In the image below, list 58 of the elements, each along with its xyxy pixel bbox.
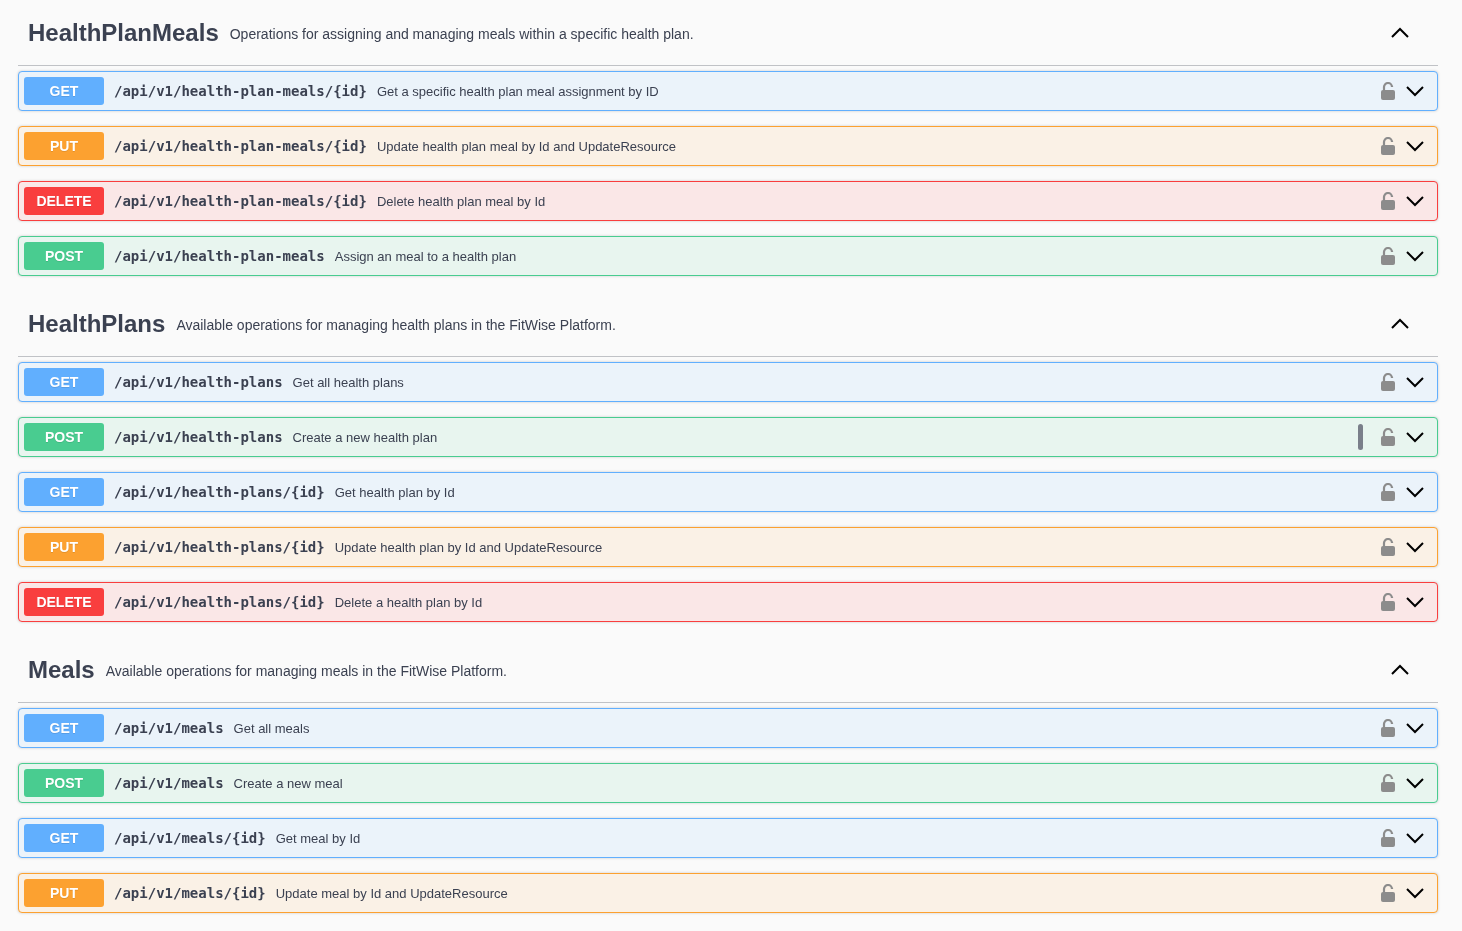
endpoint-path: /api/v1/health-plans/{id} — [114, 484, 325, 500]
operation-row[interactable]: POST /api/v1/meals Create a new meal — [18, 763, 1438, 803]
method-badge: PUT — [24, 879, 104, 907]
endpoint-path: /api/v1/health-plan-meals — [114, 248, 325, 264]
method-badge: DELETE — [24, 187, 104, 215]
section-description: Available operations for managing meals in the FitWise Platform. — [105, 662, 508, 679]
operation-summary: Get a specific health plan meal assignment by ID — [376, 83, 660, 99]
operation-row[interactable]: DELETE /api/v1/health-plans/{id} Delete a health plan by Id — [18, 582, 1438, 622]
operation-row[interactable]: GET /api/v1/meals/{id} Get meal by Id — [18, 818, 1438, 858]
section-description: Operations for assigning and managing meals within a specific health plan. — [229, 25, 695, 42]
endpoint-path: /api/v1/health-plan-meals/{id} — [114, 138, 367, 154]
method-badge: POST — [24, 242, 104, 270]
method-badge: GET — [24, 478, 104, 506]
operation-row[interactable]: PUT /api/v1/health-plans/{id} Update health plan by Id and UpdateResource — [18, 527, 1438, 567]
operation-summary: Get all meals — [233, 720, 311, 736]
endpoint-path: /api/v1/health-plan-meals/{id} — [114, 193, 367, 209]
operation-summary: Update health plan by Id and UpdateResource — [334, 539, 604, 555]
operation-row[interactable]: POST /api/v1/health-plans Create a new health plan — [18, 417, 1438, 457]
operation-summary: Assign an meal to a health plan — [334, 248, 518, 264]
operation-row[interactable]: GET /api/v1/health-plans/{id} Get health plan by Id — [18, 472, 1438, 512]
method-badge: POST — [24, 423, 104, 451]
endpoint-path: /api/v1/health-plans — [114, 374, 283, 390]
operation-row[interactable]: PUT /api/v1/health-plan-meals/{id} Update health plan meal by Id and UpdateResource — [18, 126, 1438, 166]
operation-summary: Get meal by Id — [275, 830, 362, 846]
endpoint-path: /api/v1/meals — [114, 720, 224, 736]
operation-summary: Update health plan meal by Id and UpdateResource — [376, 138, 678, 154]
operation-summary: Get all health plans — [292, 374, 405, 390]
operation-row[interactable]: GET /api/v1/meals Get all meals — [18, 708, 1438, 748]
section-title[interactable]: Meals — [28, 655, 95, 684]
method-badge: DELETE — [24, 588, 104, 616]
endpoint-path: /api/v1/health-plans/{id} — [114, 539, 325, 555]
operation-row[interactable]: GET /api/v1/health-plans Get all health plans — [18, 362, 1438, 402]
section-title[interactable]: HealthPlans — [28, 309, 166, 338]
endpoint-path: /api/v1/meals/{id} — [114, 885, 266, 901]
operation-summary: Update meal by Id and UpdateResource — [275, 885, 509, 901]
endpoint-path: /api/v1/health-plans — [114, 429, 283, 445]
method-badge: GET — [24, 368, 104, 396]
endpoint-path: /api/v1/meals/{id} — [114, 830, 266, 846]
section-title[interactable]: HealthPlanMeals — [28, 18, 219, 47]
operation-row[interactable]: DELETE /api/v1/health-plan-meals/{id} Delete health plan meal by Id — [18, 181, 1438, 221]
method-badge: GET — [24, 714, 104, 742]
operation-summary: Delete health plan meal by Id — [376, 193, 547, 209]
method-badge: POST — [24, 769, 104, 797]
method-badge: GET — [24, 824, 104, 852]
method-badge: PUT — [24, 533, 104, 561]
operation-summary: Create a new meal — [233, 775, 344, 791]
method-badge: PUT — [24, 132, 104, 160]
endpoint-path: /api/v1/health-plans/{id} — [114, 594, 325, 610]
method-badge: GET — [24, 77, 104, 105]
operation-row[interactable]: GET /api/v1/health-plan-meals/{id} Get a specific health plan meal assignment by ID — [18, 71, 1438, 111]
section-description: Available operations for managing health plans in the FitWise Platform. — [176, 316, 617, 333]
operation-row[interactable]: POST /api/v1/health-plan-meals Assign an meal to a health plan — [18, 236, 1438, 276]
operation-row[interactable]: PUT /api/v1/meals/{id} Update meal by Id and UpdateResource — [18, 873, 1438, 913]
operation-summary: Delete a health plan by Id — [334, 594, 484, 610]
operation-summary: Create a new health plan — [292, 429, 439, 445]
operation-summary: Get health plan by Id — [334, 484, 456, 500]
endpoint-path: /api/v1/health-plan-meals/{id} — [114, 83, 367, 99]
endpoint-path: /api/v1/meals — [114, 775, 224, 791]
